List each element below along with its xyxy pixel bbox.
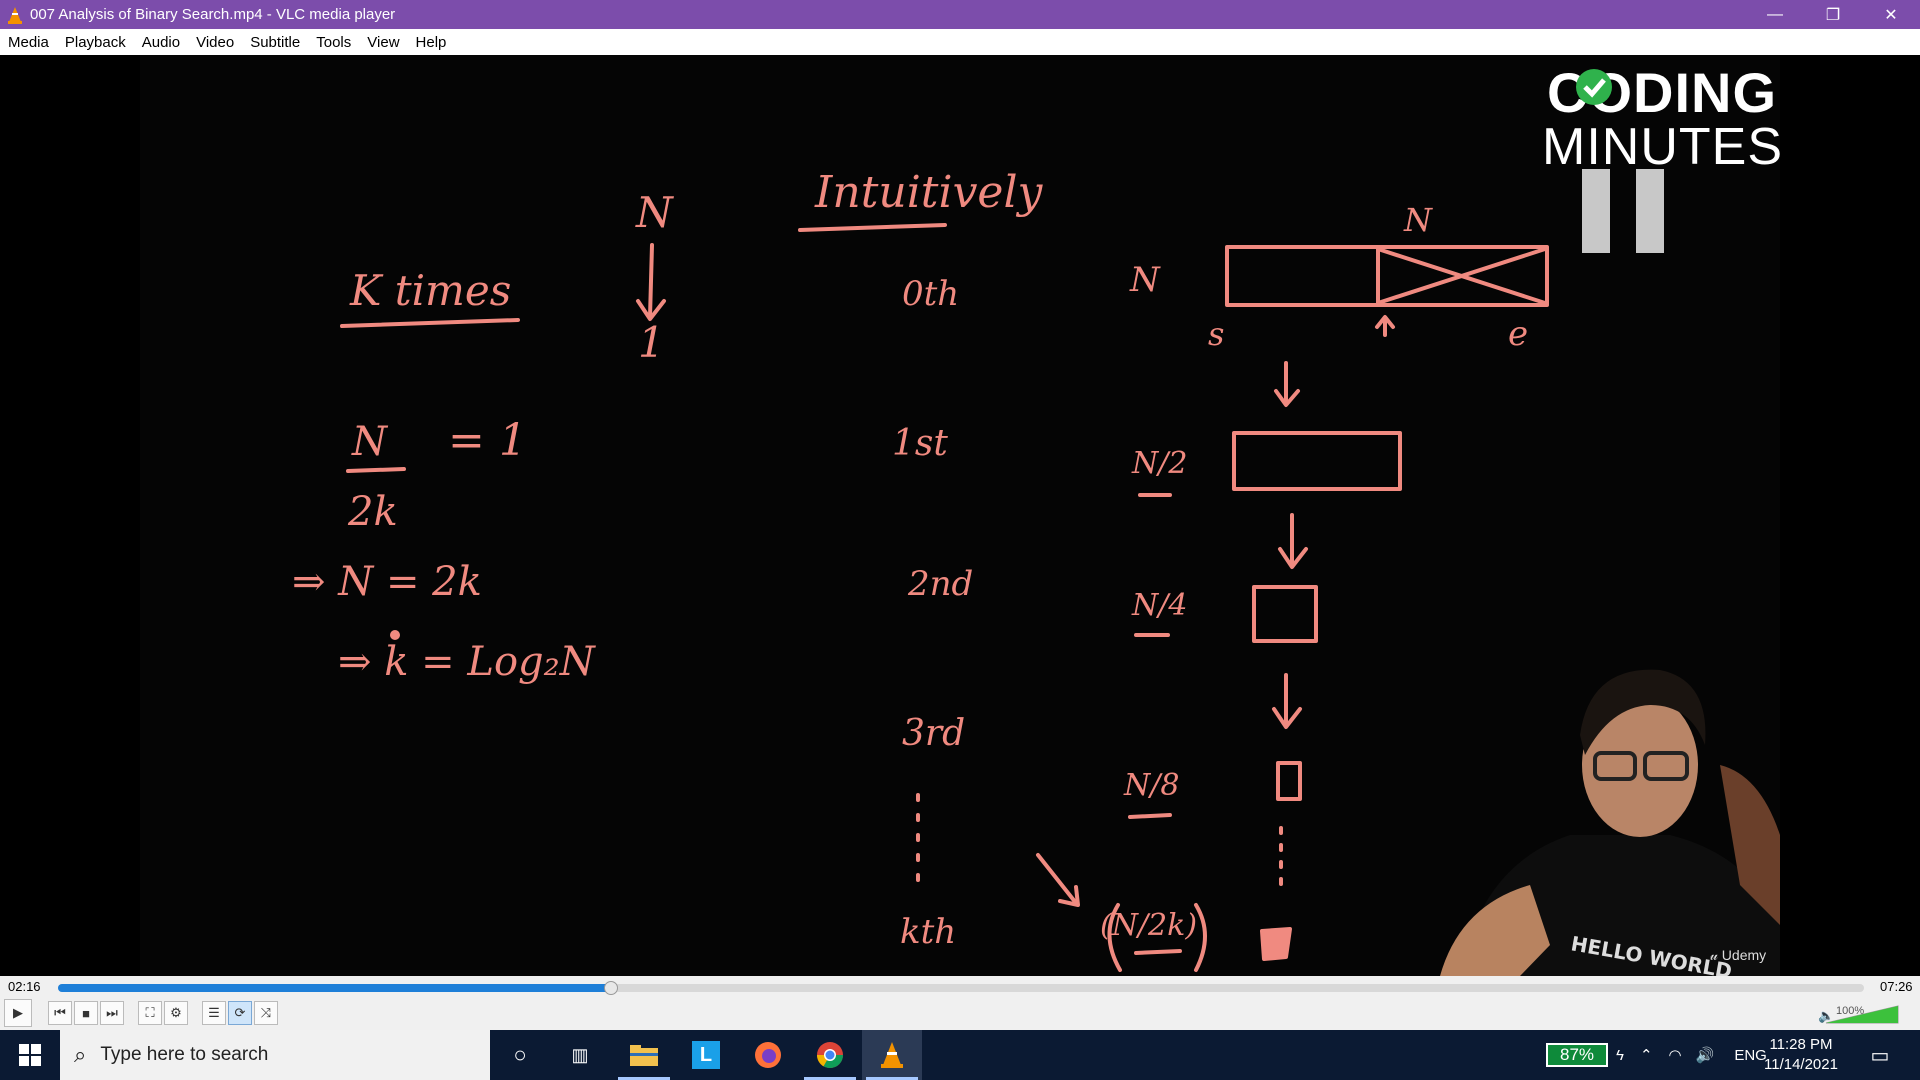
charging-icon: ϟ (1616, 1046, 1624, 1064)
board-eq3: ⇒ k = Log₂N (338, 639, 597, 685)
firefox-icon (755, 1042, 781, 1068)
udemy-watermark: 𝓊 Udemy (1710, 947, 1766, 964)
next-button[interactable]: ⏭ (100, 1001, 124, 1025)
menu-tools[interactable]: Tools (308, 34, 359, 51)
file-explorer-button[interactable] (614, 1030, 674, 1080)
board-k-times: K times (349, 266, 511, 315)
seek-knob[interactable] (603, 981, 618, 995)
playlist-button[interactable]: ☰ (202, 1001, 226, 1025)
presenter-image: HELLO WORLD (1440, 669, 1780, 976)
clock[interactable]: 11:28 PM 11/14/2021 (1764, 1035, 1838, 1075)
close-button[interactable]: ✕ (1862, 0, 1920, 29)
chrome-button[interactable] (800, 1030, 860, 1080)
window-title: 007 Analysis of Binary Search.mp4 - VLC … (30, 6, 396, 23)
board-heading: Intuitively (814, 167, 1044, 218)
battery-indicator[interactable]: 87% (1546, 1043, 1608, 1067)
board-size-n8: N/8 (1123, 768, 1179, 803)
start-button[interactable] (0, 1030, 60, 1080)
board-size-n2: N/2 (1131, 446, 1187, 481)
menu-media[interactable]: Media (0, 34, 57, 51)
board-step-1: 1st (892, 423, 948, 464)
previous-button[interactable]: ⏮ (48, 1001, 72, 1025)
search-icon: ⌕ (74, 1042, 87, 1067)
fullscreen-button[interactable]: ⛶ (138, 1001, 162, 1025)
taskbar: ⌕ Type here to search ○ ▥ L 87% ϟ ⌃ ◠ 🔊 … (0, 1030, 1920, 1080)
minimize-button[interactable]: — (1746, 0, 1804, 29)
check-circle-icon (1576, 69, 1612, 105)
volume-slider[interactable] (1820, 1004, 1900, 1024)
menu-help[interactable]: Help (408, 34, 455, 51)
vlc-taskbar-button[interactable] (862, 1030, 922, 1080)
board-eq1-rhs: = 1 (448, 415, 527, 466)
clock-date: 11/14/2021 (1764, 1056, 1838, 1073)
notifications-button[interactable]: ▭ (1850, 1030, 1910, 1080)
board-array-e: e (1508, 314, 1528, 354)
board-step-k: kth (900, 912, 956, 952)
logo-line2: MINUTES (1542, 118, 1783, 176)
total-time: 07:26 (1880, 979, 1913, 994)
board-step-0: 0th (902, 274, 959, 314)
menu-video[interactable]: Video (188, 34, 242, 51)
menu-audio[interactable]: Audio (134, 34, 188, 51)
task-view-icon: ▥ (571, 1044, 589, 1065)
volume-icon[interactable]: 🔊 (1696, 1046, 1715, 1064)
wifi-icon[interactable]: ◠ (1669, 1046, 1682, 1064)
shuffle-button[interactable]: ⤨ (254, 1001, 278, 1025)
maximize-button[interactable]: ❐ (1804, 0, 1862, 29)
vlc-cone-icon (881, 1042, 903, 1068)
language-indicator[interactable]: ENG (1734, 1047, 1767, 1064)
windows-logo-icon (19, 1044, 41, 1066)
play-button[interactable]: ▶ (4, 999, 32, 1027)
stop-button[interactable]: ■ (74, 1001, 98, 1025)
board-top-one: 1 (638, 318, 665, 367)
board-array-n: N (1403, 201, 1433, 239)
title-bar: 007 Analysis of Binary Search.mp4 - VLC … (0, 0, 1920, 29)
loop-button[interactable]: ⟳ (228, 1001, 252, 1025)
seek-fill (58, 984, 611, 992)
udemy-label: Udemy (1721, 947, 1767, 963)
board-eq2: ⇒ N = 2k (292, 559, 482, 605)
board-eq1-den: 2k (347, 489, 398, 535)
cortana-button[interactable]: ○ (490, 1030, 550, 1080)
board-size-nk: (N/2k) (1100, 908, 1197, 943)
board-size-n4: N/4 (1131, 588, 1187, 623)
search-placeholder: Type here to search (100, 1044, 269, 1065)
board-array-s: s (1208, 315, 1224, 353)
menu-bar: Media Playback Audio Video Subtitle Tool… (0, 29, 1920, 55)
folder-icon (630, 1045, 658, 1066)
seek-bar[interactable] (58, 981, 1864, 995)
menu-subtitle[interactable]: Subtitle (242, 34, 308, 51)
menu-view[interactable]: View (359, 34, 407, 51)
system-tray: ϟ ⌃ ◠ 🔊 ENG (1616, 1030, 1767, 1080)
vlc-cone-icon (0, 0, 30, 29)
taskbar-search[interactable]: ⌕ Type here to search (60, 1030, 490, 1080)
show-hidden-icons[interactable]: ⌃ (1640, 1046, 1653, 1064)
pause-overlay-icon (1582, 169, 1664, 253)
l-app-icon: L (692, 1041, 720, 1069)
app-l-button[interactable]: L (676, 1030, 736, 1080)
chrome-icon (816, 1042, 844, 1069)
firefox-button[interactable] (738, 1030, 798, 1080)
task-view-button[interactable]: ▥ (550, 1030, 610, 1080)
board-top-n: N (635, 188, 674, 237)
player-controls: 02:16 07:26 ▶ ⏮ ■ ⏭ ⛶ ⚙ ☰ ⟳ ⤨ 🔈 100% (0, 976, 1920, 1030)
board-step-3: 3rd (902, 713, 965, 754)
board-step-2: 2nd (907, 564, 973, 604)
video-area[interactable]: Intuitively K times N 1 N 2k = 1 ⇒ N = 2… (0, 55, 1920, 976)
menu-playback[interactable]: Playback (57, 34, 134, 51)
clock-time: 11:28 PM (1769, 1036, 1833, 1053)
board-eq1-num: N (351, 419, 389, 465)
udemy-icon: 𝓊 (1710, 947, 1722, 963)
notification-icon: ▭ (1870, 1044, 1890, 1067)
board-size-n: N (1129, 260, 1161, 300)
cortana-icon: ○ (513, 1042, 527, 1067)
extended-settings-button[interactable]: ⚙ (164, 1001, 188, 1025)
elapsed-time: 02:16 (8, 979, 41, 994)
